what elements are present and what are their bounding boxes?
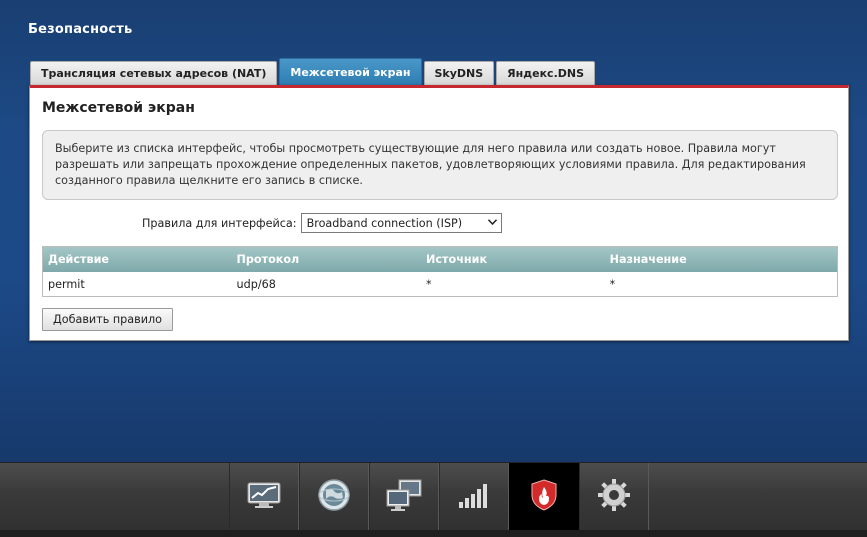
add-rule-button[interactable]: Добавить правило [42, 308, 174, 331]
cell-protocol: udp/68 [236, 277, 276, 291]
shield-fire-icon [529, 478, 559, 516]
wifi-signal-icon [457, 480, 491, 514]
chevron-down-icon [487, 218, 497, 228]
tab-bar: Трансляция сетевых адресов (NAT) Межсете… [30, 58, 596, 85]
cell-destination: * [609, 277, 616, 291]
header-protocol: Протокол [236, 253, 300, 266]
info-box: Выберите из списка интерфейс, чтобы прос… [42, 130, 838, 200]
network-computers-icon [385, 478, 423, 516]
panel-title: Межсетевой экран [42, 100, 195, 116]
nav-system-button[interactable] [579, 463, 649, 531]
nav-internet-button[interactable] [299, 463, 369, 531]
tab-skydns[interactable]: SkyDNS [423, 61, 495, 85]
nav-monitor-button[interactable] [229, 463, 299, 531]
interface-row: Правила для интерфейса: Broadband connec… [142, 213, 502, 233]
interface-label: Правила для интерфейса: [142, 216, 297, 230]
nav-wifi-button[interactable] [439, 463, 509, 531]
tab-firewall[interactable]: Межсетевой экран [279, 58, 422, 85]
nav-home-network-button[interactable] [369, 463, 439, 531]
cell-source: * [426, 277, 432, 291]
interface-select-value: Broadband connection (ISP) [306, 216, 463, 230]
tab-yandex-dns[interactable]: Яндекс.DNS [496, 61, 596, 85]
header-action: Действие [48, 253, 110, 266]
bottom-edge [0, 530, 867, 537]
cell-action: permit [48, 277, 85, 291]
table-header: Действие Протокол Источник Назначение [43, 247, 837, 272]
bottom-nav-bar [0, 462, 867, 537]
rules-table: Действие Протокол Источник Назначение pe… [42, 246, 838, 297]
header-source: Источник [426, 253, 488, 266]
header-destination: Назначение [609, 253, 687, 266]
interface-select[interactable]: Broadband connection (ISP) [300, 213, 502, 233]
globe-icon [317, 478, 351, 516]
nav-security-button[interactable] [509, 463, 579, 531]
table-row[interactable]: permit udp/68 * * [43, 272, 837, 296]
gear-icon [597, 478, 631, 516]
firewall-panel: Межсетевой экран Выберите из списка инте… [29, 85, 849, 341]
page-title: Безопасность [28, 22, 133, 37]
tab-nat[interactable]: Трансляция сетевых адресов (NAT) [30, 61, 278, 85]
monitor-chart-icon [246, 480, 282, 514]
